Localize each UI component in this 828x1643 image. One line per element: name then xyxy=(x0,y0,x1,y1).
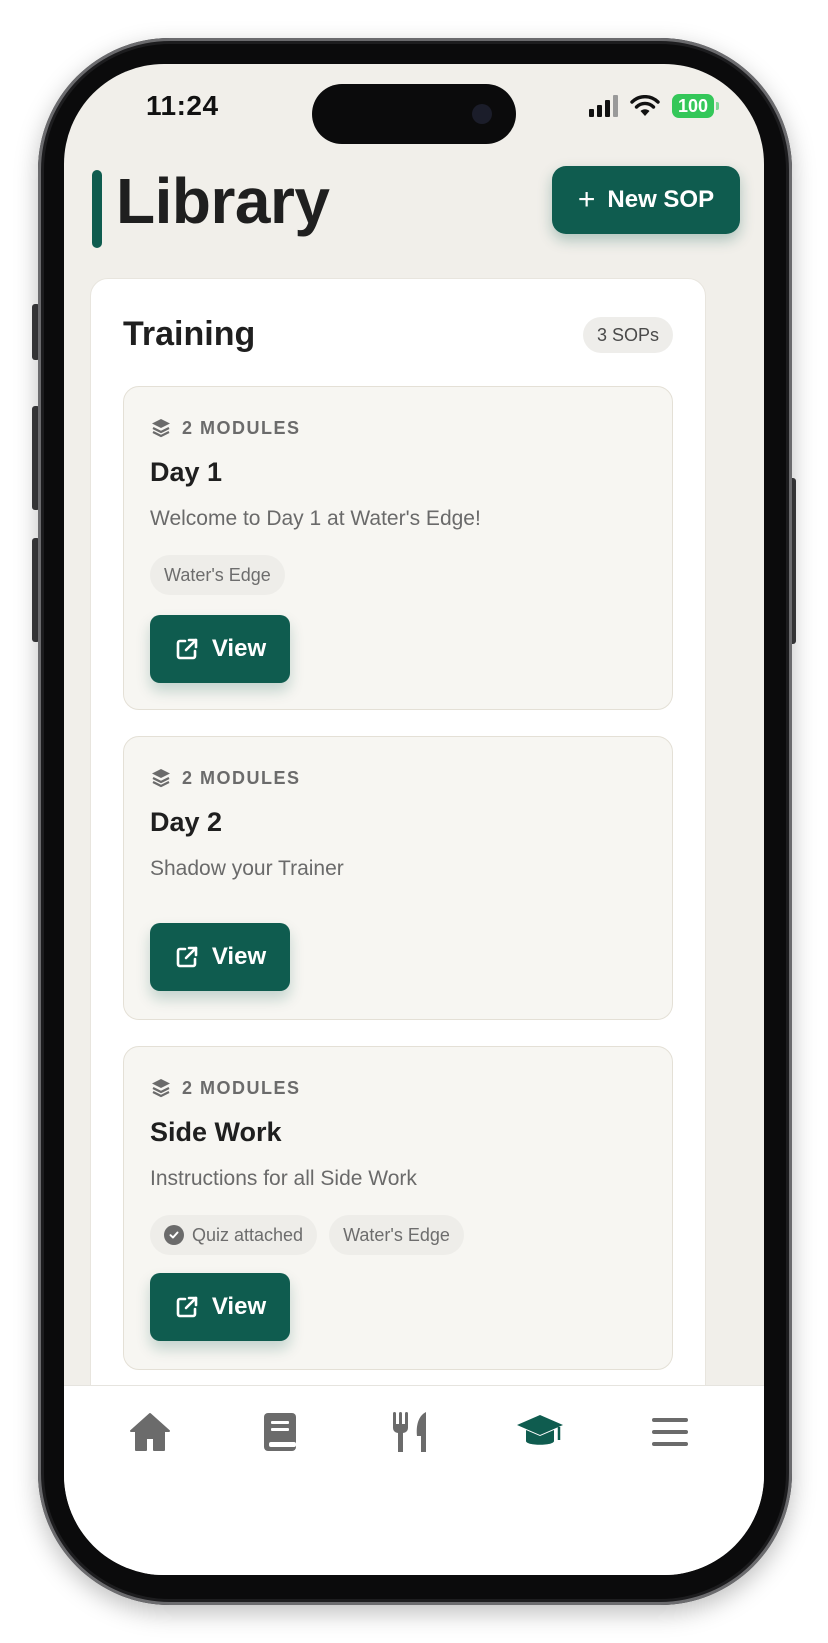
view-button[interactable]: View xyxy=(150,615,290,683)
quiz-tag: Quiz attached xyxy=(150,1215,318,1255)
sop-card[interactable]: 2 MODULES Day 2 Shadow your Trainer View xyxy=(123,736,673,1020)
view-label: View xyxy=(211,1293,267,1320)
quiz-tag-label: Quiz attached xyxy=(192,1225,304,1245)
external-link-icon xyxy=(176,1296,198,1318)
page-title: Library xyxy=(116,165,330,237)
location-tag: Water's Edge xyxy=(329,1215,464,1255)
title-accent-bar xyxy=(92,170,102,248)
sop-card[interactable]: 2 MODULES Side Work Instructions for all… xyxy=(123,1046,673,1370)
status-time: 11:24 xyxy=(146,90,219,121)
wifi-icon xyxy=(630,95,660,116)
new-sop-button[interactable]: + New SOP xyxy=(552,166,740,234)
status-indicators: 100 xyxy=(588,94,720,118)
modules-meta: 2 MODULES xyxy=(150,767,301,789)
home-icon xyxy=(130,1413,170,1451)
external-link-icon xyxy=(176,638,198,660)
sop-count-badge: 3 SOPs xyxy=(582,317,673,353)
training-section: Training 3 SOPs 2 MODULES Day 1 Welcome … xyxy=(90,278,706,1408)
menu-icon xyxy=(652,1418,688,1446)
view-label: View xyxy=(211,635,267,662)
battery-indicator: 100 xyxy=(671,94,720,118)
nav-library[interactable] xyxy=(250,1402,310,1462)
sop-description: Instructions for all Side Work xyxy=(150,1167,417,1190)
nav-menu-items[interactable] xyxy=(380,1402,440,1462)
modules-meta: 2 MODULES xyxy=(150,1077,301,1099)
utensils-icon xyxy=(393,1412,426,1452)
modules-count: 2 MODULES xyxy=(182,417,301,438)
sop-title: Day 2 xyxy=(150,807,223,837)
graduation-cap-icon xyxy=(517,1415,563,1445)
view-button[interactable]: View xyxy=(150,1273,290,1341)
sop-title: Side Work xyxy=(150,1117,282,1147)
tag-list: Water's Edge xyxy=(150,555,285,595)
nav-more[interactable] xyxy=(640,1402,700,1462)
view-button[interactable]: View xyxy=(150,923,290,991)
modules-meta: 2 MODULES xyxy=(150,417,301,439)
nav-home[interactable] xyxy=(120,1402,180,1462)
sop-title: Day 1 xyxy=(150,457,223,487)
plus-icon: + xyxy=(577,183,596,216)
location-tag: Water's Edge xyxy=(150,555,285,595)
check-circle-icon xyxy=(164,1225,184,1245)
nav-training[interactable] xyxy=(510,1402,570,1462)
layers-icon xyxy=(152,419,170,438)
external-link-icon xyxy=(176,946,198,968)
cellular-signal-icon xyxy=(588,95,618,117)
view-label: View xyxy=(211,943,267,970)
layers-icon xyxy=(152,1079,170,1098)
app-screen: 11:24 100 Library + New SOP Training 3 S… xyxy=(64,64,764,1575)
section-title: Training xyxy=(123,315,256,353)
front-camera xyxy=(472,104,492,124)
sop-description: Shadow your Trainer xyxy=(150,857,344,880)
bottom-navigation xyxy=(64,1385,764,1575)
book-icon xyxy=(264,1413,296,1451)
modules-count: 2 MODULES xyxy=(182,767,301,788)
new-sop-label: New SOP xyxy=(607,186,715,213)
modules-count: 2 MODULES xyxy=(182,1077,301,1098)
sop-card[interactable]: 2 MODULES Day 1 Welcome to Day 1 at Wate… xyxy=(123,386,673,710)
sop-description: Welcome to Day 1 at Water's Edge! xyxy=(150,507,481,530)
tag-list: Quiz attached Water's Edge xyxy=(150,1215,464,1255)
layers-icon xyxy=(152,769,170,788)
dynamic-island xyxy=(312,84,516,144)
